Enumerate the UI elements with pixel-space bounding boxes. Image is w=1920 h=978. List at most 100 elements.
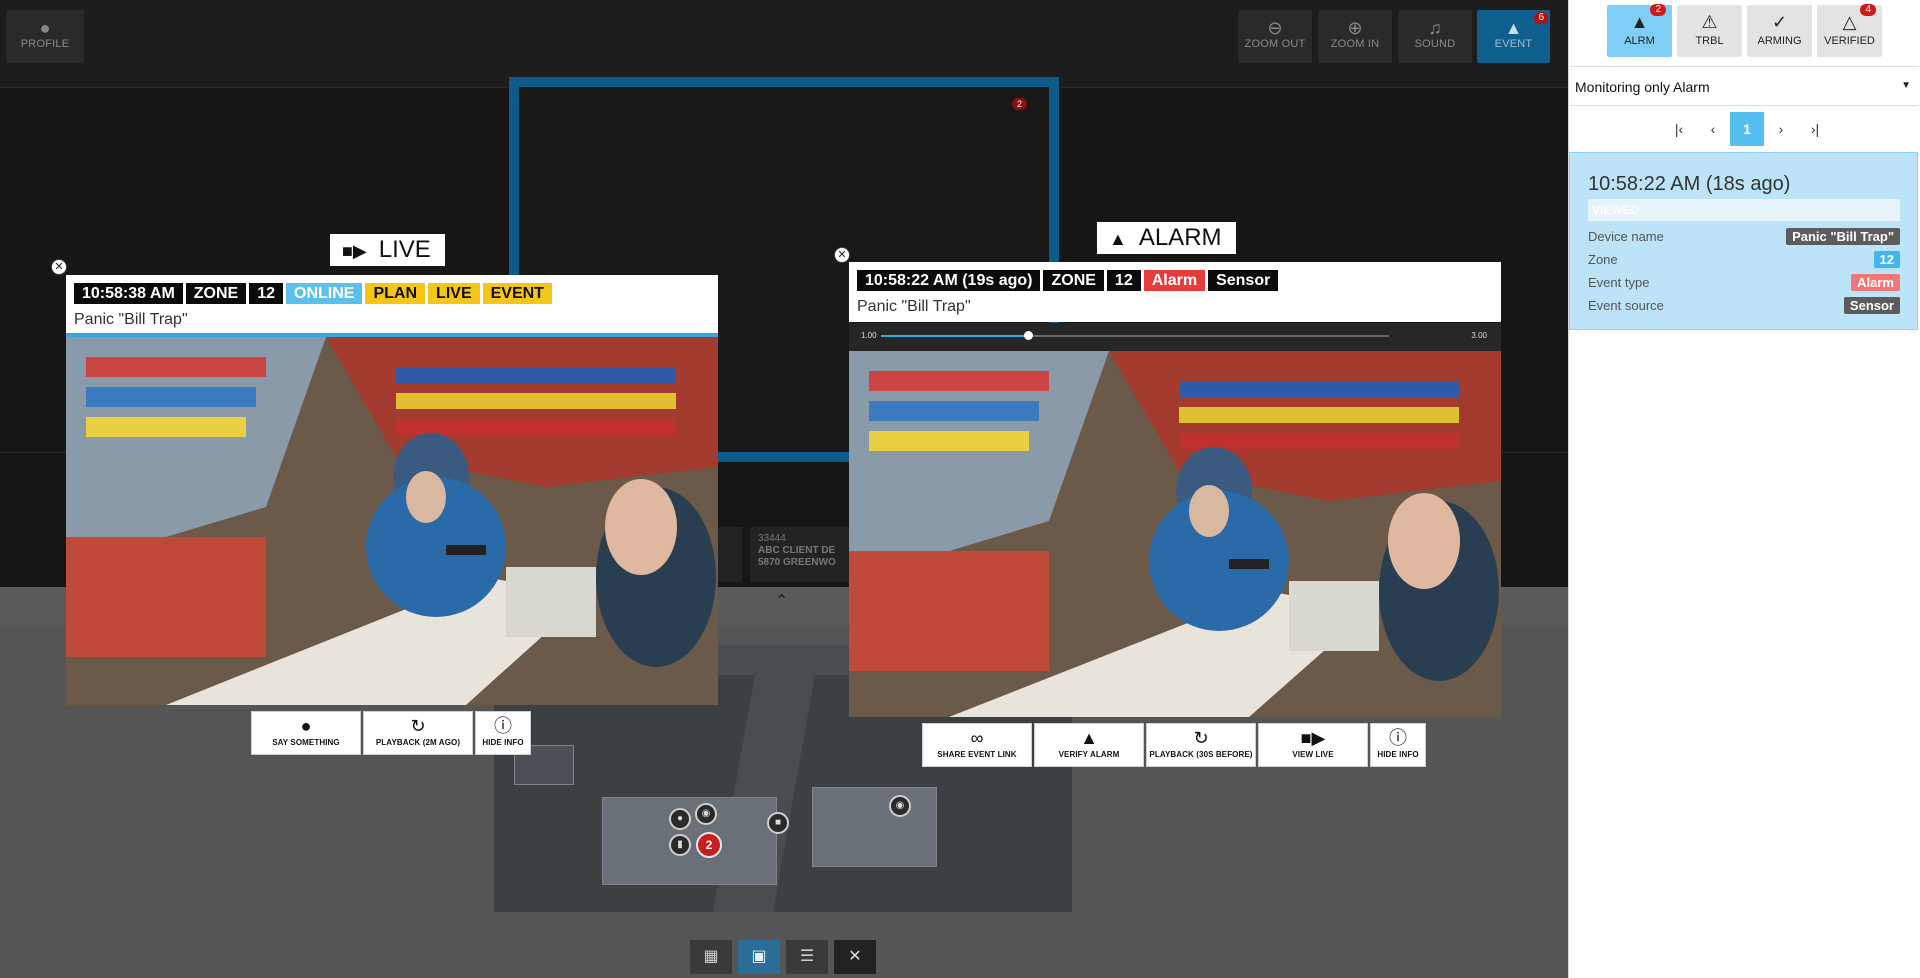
live-zone-value-tag: 12 bbox=[249, 283, 284, 304]
event-type-row: Event type Alarm bbox=[1588, 273, 1900, 293]
viewed-status: VIEWED bbox=[1588, 199, 1900, 221]
event-tag[interactable]: EVENT bbox=[482, 283, 552, 304]
event-count-badge: 6 bbox=[1534, 12, 1548, 24]
current-page[interactable]: 1 bbox=[1730, 112, 1764, 146]
share-event-link-button[interactable]: ∞ SHARE EVENT LINK bbox=[922, 723, 1032, 767]
replay-icon: ↻ bbox=[1193, 728, 1209, 748]
zoom-in-icon: ⊕ bbox=[1347, 18, 1363, 38]
live-camera-feed[interactable] bbox=[66, 337, 718, 705]
map-pin-mic-icon[interactable]: ● bbox=[669, 808, 691, 830]
prev-page-icon[interactable]: ‹ bbox=[1696, 112, 1730, 146]
live-device-name: Panic "Bill Trap" bbox=[74, 311, 188, 328]
device-name-row: Device name Panic "Bill Trap" bbox=[1588, 227, 1900, 247]
map-icon[interactable]: ▣ bbox=[738, 940, 780, 974]
live-zone-tag: ZONE bbox=[185, 283, 247, 304]
alarm-zone-value-tag: 12 bbox=[1106, 270, 1141, 291]
zoom-in-button[interactable]: ⊕ ZOOM IN bbox=[1318, 10, 1392, 63]
alarm-device-name: Panic "Bill Trap" bbox=[857, 298, 971, 315]
plan-tag[interactable]: PLAN bbox=[365, 283, 426, 304]
close-alarm-popup-icon[interactable]: ✕ bbox=[834, 247, 850, 263]
alarm-feed-image bbox=[849, 351, 1501, 717]
profile-button[interactable]: ● PROFILE bbox=[6, 10, 84, 63]
info-icon: ⓘ bbox=[494, 716, 512, 736]
event-time: 10:58:22 AM (18s ago) bbox=[1588, 173, 1791, 195]
map-pin-camera-icon[interactable]: ◉ bbox=[889, 795, 911, 817]
dashboard-icon[interactable]: ▦ bbox=[690, 940, 732, 974]
alarm-source-tag: Sensor bbox=[1208, 270, 1279, 291]
map-pin-sensor-icon[interactable]: ▮ bbox=[669, 834, 691, 856]
close-icon[interactable]: ✕ bbox=[834, 940, 876, 974]
tab-trbl[interactable]: ⚠ TRBL bbox=[1677, 5, 1742, 57]
alarm-zone-tag: ZONE bbox=[1043, 270, 1104, 291]
alarm-popup-title: ▲ ALARM bbox=[1097, 222, 1236, 254]
event-button[interactable]: ▲ EVENT 6 bbox=[1477, 10, 1550, 63]
top-toolbar: ● PROFILE ⊖ ZOOM OUT ⊕ ZOOM IN ♫ SOUND ▲… bbox=[0, 0, 1568, 88]
next-page-icon[interactable]: › bbox=[1764, 112, 1798, 146]
speaker-icon: ♫ bbox=[1428, 18, 1442, 38]
video-camera-icon: ■▶ bbox=[342, 241, 367, 261]
exclamation-icon: ⚠ bbox=[1701, 12, 1718, 32]
info-icon: ⓘ bbox=[1389, 728, 1407, 748]
live-popup-header: 10:58:38 AM ZONE 12 ONLINE PLAN LIVE EVENT Pan… bbox=[66, 275, 718, 335]
event-source-row: Event source Sensor bbox=[1588, 296, 1900, 316]
tab-verified[interactable]: △ VERIFIED 4 bbox=[1817, 4, 1882, 57]
zoom-out-icon: ⊖ bbox=[1267, 18, 1283, 38]
tab-alrm[interactable]: ▲ ALRM 2 bbox=[1607, 4, 1672, 57]
sound-button[interactable]: ♫ SOUND bbox=[1398, 10, 1472, 63]
alarm-popup-header: 10:58:22 AM (19s ago) ZONE 12 Alarm Sensor P… bbox=[849, 262, 1501, 322]
live-time-tag: 10:58:38 AM bbox=[74, 283, 183, 304]
alarm-time-tag: 10:58:22 AM (19s ago) bbox=[857, 270, 1041, 291]
bell-icon: ▲ bbox=[1109, 229, 1127, 249]
event-card[interactable]: 10:58:22 AM (18s ago) VIEWED Device name… bbox=[1569, 152, 1918, 330]
event-sidebar: ▲ ALRM 2 ⚠ TRBL ✓ ARMING △ VERIFIED 4 bbox=[1568, 0, 1920, 978]
online-tag: ONLINE bbox=[286, 283, 363, 304]
map-alarm-pin[interactable]: 2 bbox=[696, 832, 722, 858]
zone-value: 12 bbox=[1873, 251, 1900, 268]
client-card[interactable]: 33444 ABC CLIENT DE 5870 GREENWO bbox=[750, 527, 860, 582]
hide-info-button[interactable]: ⓘ HIDE INFO bbox=[475, 711, 531, 755]
verify-alarm-button[interactable]: ▲ VERIFY ALARM bbox=[1034, 723, 1144, 767]
shield-check-icon: ✓ bbox=[1771, 12, 1788, 32]
tab-arming[interactable]: ✓ ARMING bbox=[1747, 5, 1812, 57]
list-icon[interactable]: ☰ bbox=[786, 940, 828, 974]
zone-row: Zone 12 bbox=[1588, 250, 1900, 270]
scrub-handle[interactable] bbox=[1024, 331, 1034, 340]
close-live-popup-icon[interactable]: ✕ bbox=[51, 259, 67, 275]
chevron-up-icon[interactable]: ⌃ bbox=[775, 591, 788, 611]
scrub-progress bbox=[881, 335, 1029, 337]
playback-button[interactable]: ↻ PLAYBACK (2M AGO) bbox=[363, 711, 473, 755]
main-area: ● PROFILE ⊖ ZOOM OUT ⊕ ZOOM IN ♫ SOUND ▲… bbox=[0, 0, 1568, 978]
playback-scrubber[interactable]: 1.00 3.00 bbox=[849, 323, 1501, 351]
link-icon: ∞ bbox=[970, 728, 984, 748]
live-feed-image bbox=[66, 337, 718, 705]
scrub-start-label: 1.00 bbox=[861, 331, 877, 340]
client-card-edge bbox=[718, 527, 742, 582]
say-something-button[interactable]: ● SAY SOMETHING bbox=[251, 711, 361, 755]
zoom-out-button[interactable]: ⊖ ZOOM OUT bbox=[1238, 10, 1312, 63]
verified-count-badge: 4 bbox=[1860, 4, 1876, 16]
map-pin-camera-icon[interactable]: ◉ bbox=[695, 803, 717, 825]
first-page-icon[interactable]: |‹ bbox=[1662, 112, 1696, 146]
alarm-camera-feed[interactable] bbox=[849, 351, 1501, 717]
replay-icon: ↻ bbox=[410, 716, 426, 736]
sensor-icon: ▲ bbox=[1080, 728, 1098, 748]
view-live-button[interactable]: ■▶ VIEW LIVE bbox=[1258, 723, 1368, 767]
alrm-count-badge: 2 bbox=[1650, 4, 1666, 16]
scrub-end-label: 3.00 bbox=[1471, 331, 1487, 340]
alarm-type-tag: Alarm bbox=[1143, 270, 1206, 291]
event-source-value: Sensor bbox=[1843, 297, 1900, 314]
video-camera-icon: ■▶ bbox=[1300, 728, 1326, 748]
client-address: 5870 GREENWO bbox=[758, 557, 836, 568]
playback-30s-button[interactable]: ↻ PLAYBACK (30S BEFORE) bbox=[1146, 723, 1256, 767]
event-type-value: Alarm bbox=[1851, 274, 1900, 291]
last-page-icon[interactable]: ›| bbox=[1798, 112, 1832, 146]
map-pin-camera-icon[interactable]: ■ bbox=[767, 812, 789, 834]
device-name-value: Panic "Bill Trap" bbox=[1786, 228, 1900, 245]
live-tag[interactable]: LIVE bbox=[428, 283, 480, 304]
map-building bbox=[812, 787, 937, 867]
microphone-icon: ● bbox=[300, 716, 312, 736]
hide-info-button[interactable]: ⓘ HIDE INFO bbox=[1370, 723, 1426, 767]
monitoring-filter-select[interactable]: Monitoring only Alarm ▼ bbox=[1570, 66, 1919, 106]
client-id: 33444 bbox=[758, 533, 786, 544]
plan-alarm-badge: 2 bbox=[1012, 98, 1028, 110]
